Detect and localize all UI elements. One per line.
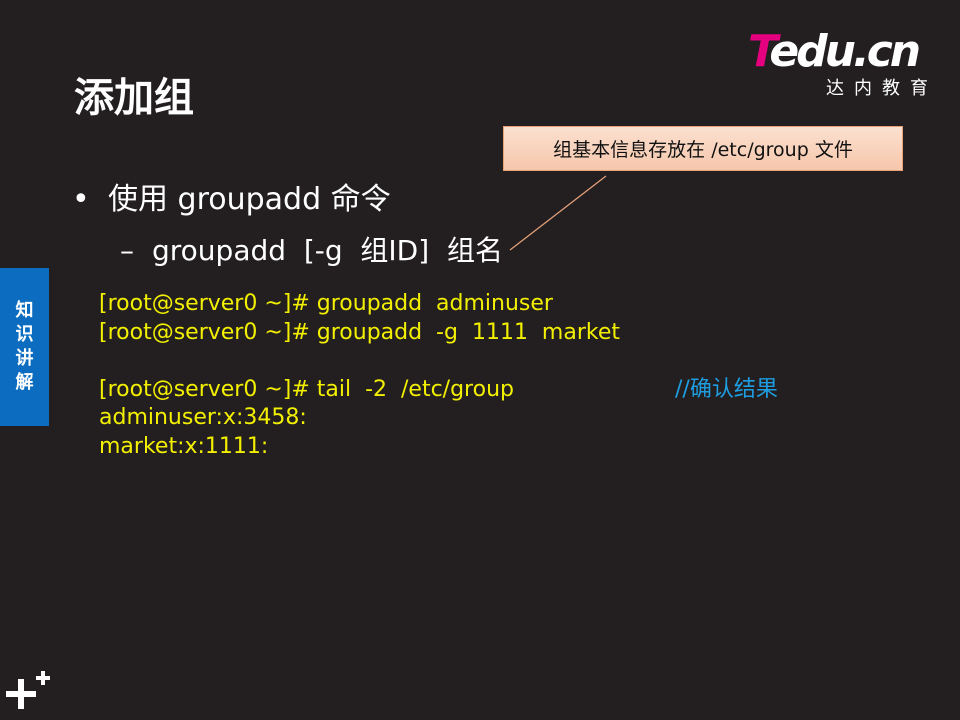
page-title: 添加组: [74, 75, 194, 121]
dash-icon: –: [120, 234, 134, 267]
callout-note: 组基本信息存放在 /etc/group 文件: [503, 126, 903, 171]
side-tab-char: 解: [15, 372, 34, 393]
code-block: [root@server0 ~]# groupadd adminuser [ro…: [99, 290, 778, 462]
side-tab-knowledge: 知 识 讲 解: [0, 268, 49, 426]
bullet-text: 使用 groupadd 命令: [108, 182, 391, 217]
side-tab-char: 识: [15, 324, 34, 345]
logo-subtitle: 达内教育: [826, 78, 938, 99]
side-tab-char: 知: [15, 300, 34, 321]
sub-bullet-text: groupadd [-g 组ID] 组名: [152, 234, 503, 267]
bullet-item: • 使用 groupadd 命令: [72, 178, 391, 222]
code-line-text: [root@server0 ~]# tail -2 /etc/group: [99, 376, 514, 402]
bullet-dot-icon: •: [72, 182, 90, 217]
code-line: [root@server0 ~]# groupadd adminuser: [99, 291, 553, 316]
logo-mark-t: T: [748, 26, 772, 77]
code-line: adminuser:x:3458:: [99, 405, 307, 431]
code-line-with-comment: [root@server0 ~]# tail -2 /etc/group //确认…: [99, 376, 778, 405]
code-line: market:x:1111:: [99, 433, 269, 459]
sub-bullet-item: – groupadd [-g 组ID] 组名: [120, 230, 503, 272]
callout-text: 组基本信息存放在 /etc/group 文件: [553, 139, 853, 161]
side-tab-char: 讲: [15, 348, 34, 369]
plus-plus-icon: [6, 671, 50, 709]
code-comment: //确认结果: [675, 376, 778, 402]
code-line: [root@server0 ~]# groupadd -g 1111 marke…: [99, 319, 620, 345]
tedu-logo: Tedu.cn 达内教育: [748, 26, 928, 100]
logo-mark-rest: edu.cn: [769, 26, 921, 77]
logo-mark: Tedu.cn: [748, 26, 921, 77]
